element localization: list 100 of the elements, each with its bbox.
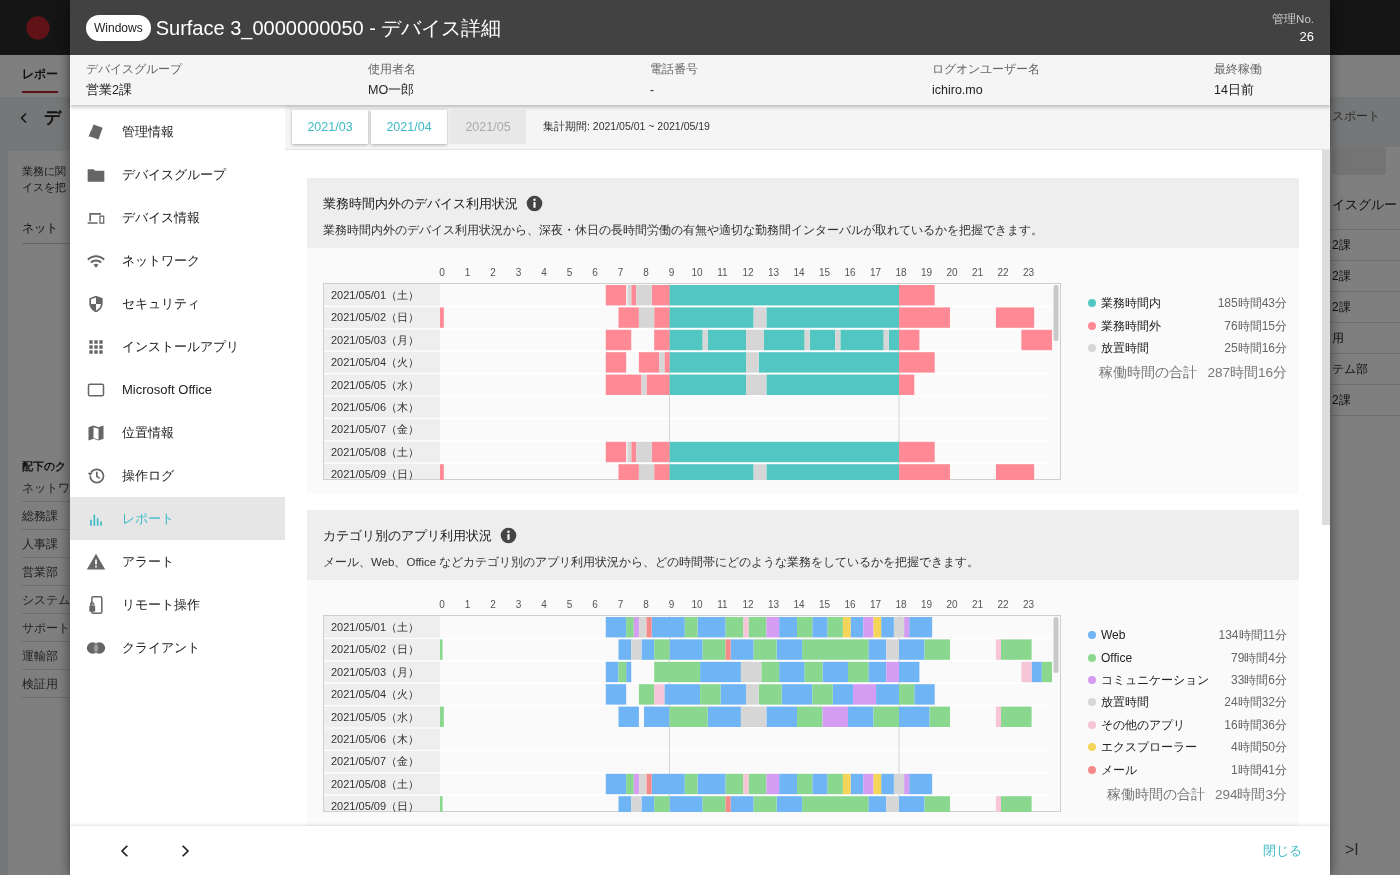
dialog-title: Surface 3_0000000050 - デバイス詳細 — [155, 15, 502, 42]
legend-value: 25時間16分 — [1224, 339, 1287, 357]
description-text: 業務に関 イスを把 — [22, 163, 67, 195]
legend-value: 16時間36分 — [1224, 716, 1287, 734]
axis-label: 4 — [541, 267, 547, 278]
nav-item[interactable]: ネットワーク — [70, 239, 285, 282]
row-label: 2021/05/03（月） — [331, 665, 420, 678]
axis-label: 6 — [592, 599, 598, 610]
axis-label: 19 — [920, 599, 933, 610]
export-link[interactable]: スポート — [1330, 97, 1400, 125]
axis-label: 3 — [515, 599, 522, 610]
legend-value: 1時間41分 — [1230, 761, 1287, 779]
row-label: 2021/05/03（月） — [331, 333, 420, 346]
info-icon[interactable] — [500, 527, 517, 545]
row-label: 2021/05/08（土） — [331, 777, 420, 790]
axis-label: 16 — [844, 599, 856, 610]
axis-label: 18 — [895, 267, 907, 278]
legend-label: Web — [1101, 627, 1126, 645]
axis-label: 0 — [439, 267, 445, 278]
close-button[interactable]: 閉じる — [1257, 839, 1308, 862]
axis-label: 1 — [464, 267, 471, 278]
axis-label: 13 — [767, 267, 780, 278]
axis-label: 12 — [742, 267, 754, 278]
field-label: 電話番号 — [650, 62, 699, 77]
axis-label: 5 — [566, 267, 573, 278]
axis-label: 19 — [920, 267, 933, 278]
axis-label: 14 — [793, 599, 805, 610]
axis-label: 23 — [1022, 267, 1035, 278]
month-tab[interactable]: 2021/03 — [292, 110, 368, 144]
nav-item[interactable]: クライアント — [70, 626, 285, 669]
axis-label: 15 — [818, 599, 831, 610]
axis-label: 3 — [515, 267, 522, 278]
legend-label: エクスプローラー — [1101, 739, 1197, 757]
axis-label: 12 — [742, 599, 754, 610]
total-value: 287時間16分 — [1207, 364, 1287, 383]
nav-item[interactable]: アラート — [70, 540, 285, 583]
legend-value: 76時間15分 — [1224, 317, 1287, 335]
scrollbar-thumb[interactable] — [1053, 285, 1059, 341]
total-label: 稼働時間の合計 — [1099, 364, 1198, 383]
nav-item[interactable]: セキュリティ — [70, 282, 285, 325]
info-icon[interactable] — [526, 195, 543, 213]
axis-label: 9 — [668, 267, 675, 278]
field-value: MO一郎 — [368, 82, 416, 100]
axis-label: 14 — [793, 267, 805, 278]
axis-label: 11 — [717, 599, 728, 610]
axis-label: 17 — [869, 267, 882, 278]
row-label: 2021/05/04（火） — [331, 356, 420, 369]
month-tab[interactable]: 2021/04 — [371, 110, 447, 144]
row-label: 2021/05/06（木） — [331, 401, 420, 413]
lock-phone-icon — [86, 594, 106, 615]
legend-label: コミュニケーション — [1101, 671, 1209, 689]
axis-label: 13 — [767, 599, 780, 610]
field-value: 14日前 — [1214, 82, 1255, 100]
field-label: 管理No. — [1272, 11, 1314, 27]
row-label: 2021/05/09（日） — [331, 468, 420, 480]
field-label: 使用者名 — [368, 62, 417, 77]
card-description: メール、Web、Office などカテゴリ別のアプリ利用状況から、どの時間帯にどのような業務をしているかを把握できます。 — [323, 554, 981, 571]
row-label: 2021/05/01（土） — [331, 621, 420, 633]
axis-label: 8 — [643, 599, 649, 610]
axis-label: 15 — [818, 267, 831, 278]
scrollbar-thumb[interactable] — [1053, 617, 1059, 673]
axis-label: 7 — [617, 267, 624, 278]
legend-value: 185時間43分 — [1217, 295, 1287, 313]
scrollbar-thumb[interactable] — [1322, 150, 1330, 525]
legend-label: 放置時間 — [1101, 339, 1149, 357]
nav-item[interactable]: デバイスグループ — [70, 153, 285, 196]
axis-label: 23 — [1022, 599, 1035, 610]
legend-label: メール — [1101, 761, 1137, 779]
axis-label: 0 — [439, 599, 445, 610]
axis-label: 21 — [971, 267, 984, 278]
total-label: 稼働時間の合計 — [1106, 785, 1205, 804]
legend-value: 79時間4分 — [1230, 649, 1287, 667]
nav-item[interactable]: リモート操作 — [70, 583, 285, 626]
row-label: 2021/05/08（土） — [331, 445, 420, 458]
axis-label: 20 — [946, 599, 958, 610]
nav-item[interactable]: 位置情報 — [70, 411, 285, 454]
nav-item[interactable]: Microsoft Office — [70, 368, 285, 411]
row-label: 2021/05/02（日） — [331, 643, 420, 656]
last-page-button[interactable]: >I — [1345, 838, 1359, 862]
field-value: ichiro.mo — [932, 82, 984, 100]
search-field[interactable] — [1332, 147, 1386, 175]
nav-item[interactable]: 管理情報 — [70, 110, 285, 153]
legend-value: 24時間32分 — [1224, 694, 1287, 712]
row-label: 2021/05/05（水） — [331, 710, 420, 723]
axis-label: 22 — [997, 267, 1009, 278]
field-value: - — [650, 82, 656, 100]
nav-item[interactable]: インストールアプリ — [70, 325, 285, 368]
axis-label: 20 — [946, 267, 958, 278]
nav-item[interactable]: デバイス情報 — [70, 196, 285, 239]
axis-label: 11 — [717, 267, 728, 278]
row-label: 2021/05/07（金） — [331, 423, 420, 436]
legend-label: その他のアプリ — [1101, 716, 1185, 734]
row-label: 2021/05/06（木） — [331, 733, 420, 745]
field-value: 26 — [1298, 27, 1314, 45]
legend-label: Office — [1101, 649, 1133, 667]
tab[interactable]: レポー — [22, 65, 58, 93]
page-title: デ — [44, 107, 61, 129]
nav-item[interactable]: 操作ログ — [70, 454, 285, 497]
row-label: 2021/05/04（火） — [331, 688, 420, 701]
row-label: 2021/05/05（水） — [331, 378, 420, 391]
